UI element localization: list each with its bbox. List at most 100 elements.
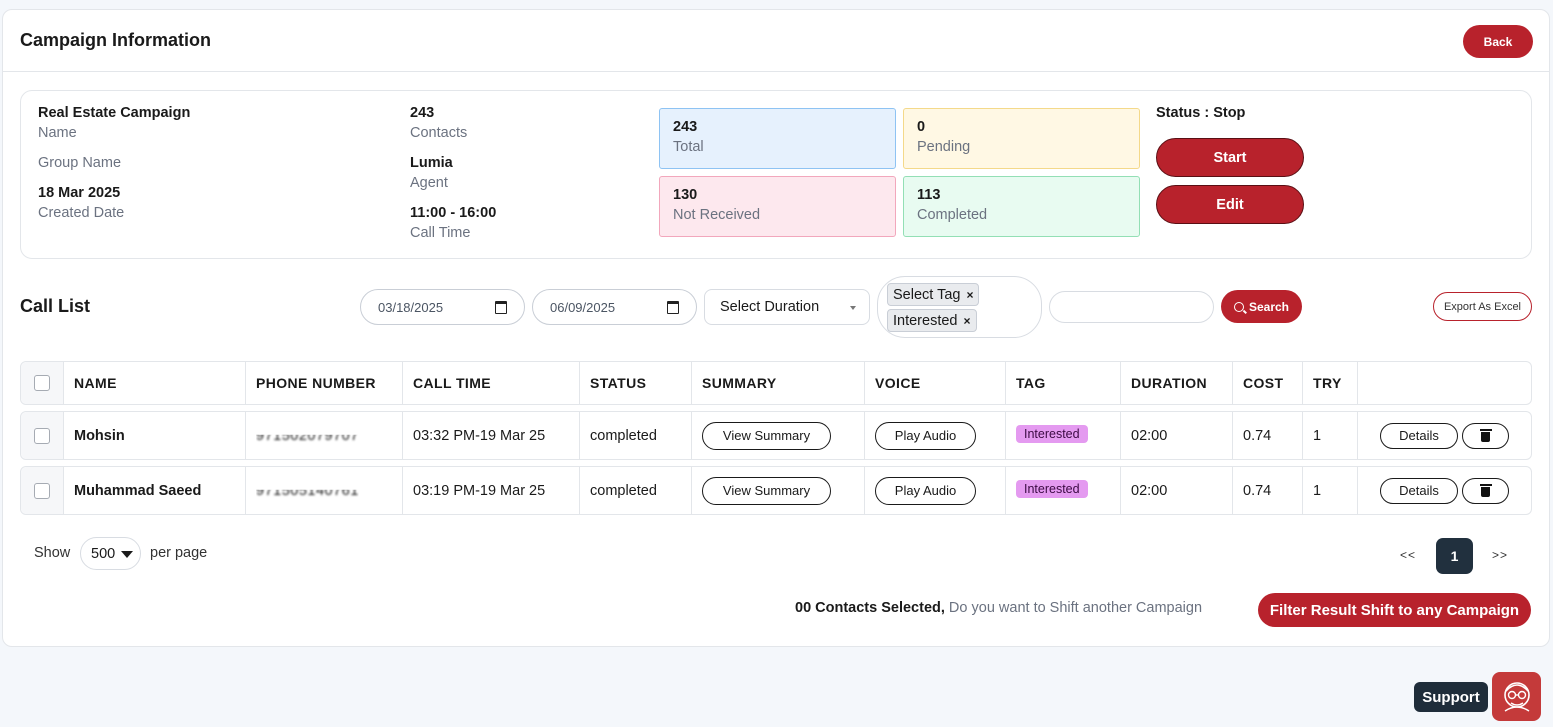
group-name-group: Group Name xyxy=(38,155,121,175)
delete-button[interactable] xyxy=(1462,477,1509,504)
stat-pending-label: Pending xyxy=(917,139,971,155)
cell-phone: 971502079707 xyxy=(246,412,403,459)
cell-cost: 0.74 xyxy=(1233,412,1303,459)
agent-group: Lumia Agent xyxy=(410,155,453,195)
table-row: Mohsin 971502079707 03:32 PM-19 Mar 25 c… xyxy=(20,411,1532,460)
stat-completed-label: Completed xyxy=(917,207,988,223)
stat-total-label: Total xyxy=(673,139,704,155)
table-header: NAME PHONE NUMBER CALL TIME STATUS SUMMA… xyxy=(20,361,1532,405)
col-header-summary[interactable]: SUMMARY xyxy=(692,362,865,404)
search-input[interactable] xyxy=(1049,291,1214,323)
cell-voice: Play Audio xyxy=(865,412,1006,459)
details-button[interactable]: Details xyxy=(1380,422,1458,449)
cell-status: completed xyxy=(580,467,692,514)
export-excel-button[interactable]: Export As Excel xyxy=(1433,292,1532,321)
prev-page-button[interactable]: << xyxy=(1400,548,1416,562)
tag-multiselect[interactable]: Select Tag × Interested × xyxy=(877,276,1042,338)
trash-icon xyxy=(1479,428,1492,442)
stat-total: 243 Total xyxy=(659,108,896,169)
delete-button[interactable] xyxy=(1462,422,1509,449)
per-page-select[interactable]: 500 xyxy=(80,537,141,570)
page-title: Campaign Information xyxy=(20,30,212,50)
stat-pending: 0 Pending xyxy=(903,108,1140,169)
date-from-value: 03/18/2025 xyxy=(378,299,444,315)
chevron-down-icon xyxy=(850,306,856,310)
next-page-button[interactable]: >> xyxy=(1492,548,1508,562)
support-button[interactable]: Support xyxy=(1414,682,1488,712)
phone-number: 971505140761 xyxy=(256,482,359,499)
edit-button[interactable]: Edit xyxy=(1156,185,1304,224)
support-avatar[interactable] xyxy=(1492,672,1541,721)
trash-icon xyxy=(1479,483,1492,497)
search-button[interactable]: Search xyxy=(1221,290,1302,323)
details-button[interactable]: Details xyxy=(1380,477,1458,504)
play-audio-button[interactable]: Play Audio xyxy=(875,421,976,450)
col-header-duration[interactable]: DURATION xyxy=(1121,362,1233,404)
tag-badge: Interested xyxy=(1016,479,1088,498)
support-agent-icon xyxy=(1503,681,1530,712)
phone-number: 971502079707 xyxy=(256,427,359,444)
agent-name: Lumia xyxy=(410,155,453,171)
tag-chip[interactable]: Interested × xyxy=(887,309,977,332)
stat-completed-value: 113 xyxy=(917,187,941,203)
col-header-call-time[interactable]: CALL TIME xyxy=(403,362,580,404)
stat-completed: 113 Completed xyxy=(903,176,1140,237)
cell-duration: 02:00 xyxy=(1121,412,1233,459)
col-header-status[interactable]: STATUS xyxy=(580,362,692,404)
shift-question: Do you want to Shift another Campaign xyxy=(944,600,1203,616)
col-header-cost[interactable]: COST xyxy=(1233,362,1303,404)
date-to-input[interactable]: 06/09/2025 xyxy=(532,289,697,325)
col-header-tag[interactable]: TAG xyxy=(1006,362,1121,404)
cell-tag: Interested xyxy=(1006,412,1121,459)
col-header-name[interactable]: NAME xyxy=(64,362,246,404)
cell-tag: Interested xyxy=(1006,467,1121,514)
cell-cost: 0.74 xyxy=(1233,467,1303,514)
campaign-name-group: Real Estate Campaign Name xyxy=(38,105,190,145)
cell-duration: 02:00 xyxy=(1121,467,1233,514)
calendar-icon[interactable] xyxy=(667,301,679,314)
calendar-icon[interactable] xyxy=(495,301,507,314)
back-button[interactable]: Back xyxy=(1463,25,1533,58)
col-header-phone[interactable]: PHONE NUMBER xyxy=(246,362,403,404)
duration-select-value: Select Duration xyxy=(720,299,820,315)
col-header-try[interactable]: TRY xyxy=(1303,362,1358,404)
tag-chip-label: Interested xyxy=(893,312,958,329)
stat-not-received-label: Not Received xyxy=(673,207,761,223)
view-summary-button[interactable]: View Summary xyxy=(702,421,831,450)
selected-count: 00 Contacts Selected, xyxy=(795,600,945,616)
created-date-group: 18 Mar 2025 Created Date xyxy=(38,185,124,225)
card-header: Campaign Information Back xyxy=(3,10,1549,72)
agent-label: Agent xyxy=(410,175,448,191)
cell-name: Mohsin xyxy=(64,412,246,459)
per-page-value: 500 xyxy=(91,545,116,562)
start-button[interactable]: Start xyxy=(1156,138,1304,177)
cell-call-time: 03:19 PM-19 Mar 25 xyxy=(403,467,580,514)
campaign-name: Real Estate Campaign xyxy=(38,105,191,121)
close-icon[interactable]: × xyxy=(966,288,973,302)
view-summary-button[interactable]: View Summary xyxy=(702,476,831,505)
cell-actions: Details xyxy=(1358,467,1533,514)
date-to-value: 06/09/2025 xyxy=(550,299,616,315)
selection-summary: 00 Contacts Selected, Do you want to Shi… xyxy=(795,600,1202,616)
duration-select[interactable]: Select Duration xyxy=(704,289,870,325)
date-from-input[interactable]: 03/18/2025 xyxy=(360,289,525,325)
campaign-status: Status : Stop xyxy=(1156,105,1246,121)
call-time-group: 11:00 - 16:00 Call Time xyxy=(410,205,496,245)
tag-chip[interactable]: Select Tag × xyxy=(887,283,980,306)
select-all-checkbox[interactable] xyxy=(34,375,50,391)
search-button-label: Search xyxy=(1248,299,1290,314)
stat-not-received-value: 130 xyxy=(673,187,698,203)
shift-campaign-button[interactable]: Filter Result Shift to any Campaign xyxy=(1258,593,1531,627)
stat-total-value: 243 xyxy=(673,119,698,135)
col-header-voice[interactable]: VOICE xyxy=(865,362,1006,404)
close-icon[interactable]: × xyxy=(964,314,971,328)
row-checkbox[interactable] xyxy=(34,482,50,499)
row-checkbox[interactable] xyxy=(34,427,50,444)
cell-status: completed xyxy=(580,412,692,459)
play-audio-button[interactable]: Play Audio xyxy=(875,476,976,505)
tag-chip-label: Select Tag xyxy=(893,286,961,303)
row-select-cell xyxy=(21,467,64,514)
page-1-button[interactable]: 1 xyxy=(1436,538,1473,574)
contacts-group: 243 Contacts xyxy=(410,105,467,145)
cell-voice: Play Audio xyxy=(865,467,1006,514)
